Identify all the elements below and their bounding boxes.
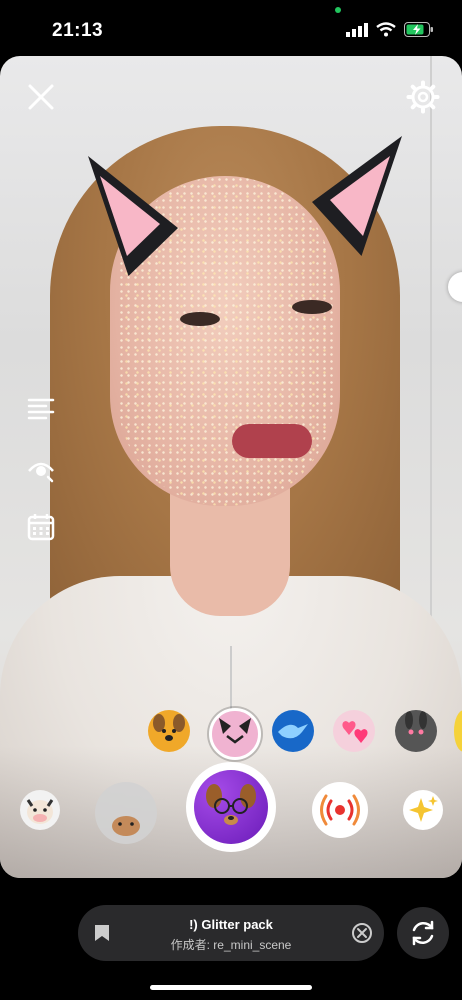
effect-creator: 作成者: re_mini_scene <box>170 938 292 952</box>
cow-icon <box>26 799 54 824</box>
blue-bird-effect[interactable] <box>272 710 314 752</box>
effect-info-pill[interactable]: !) Glitter pack 作成者: re_mini_scene <box>78 905 384 961</box>
dog-face-effect[interactable] <box>148 710 190 752</box>
wifi-icon <box>376 22 396 37</box>
left-eye <box>180 312 220 326</box>
hamster-icon <box>112 816 140 836</box>
battery-charging-icon <box>404 22 433 37</box>
gear-icon[interactable] <box>406 80 440 114</box>
eye-flash-icon[interactable] <box>26 454 56 484</box>
right-eye <box>292 300 332 314</box>
live-effect[interactable] <box>312 782 368 838</box>
dog-face-icon <box>153 714 185 741</box>
status-icons <box>346 22 434 37</box>
flip-camera-button[interactable] <box>397 907 449 959</box>
hearts-effect[interactable] <box>333 710 375 752</box>
cat-face-effect[interactable] <box>209 708 261 760</box>
close-icon[interactable] <box>26 82 56 112</box>
dog-with-glasses-icon <box>206 784 256 825</box>
black-bunny-effect[interactable] <box>395 710 437 752</box>
hamster-effect[interactable] <box>95 782 157 844</box>
remove-effect-icon[interactable] <box>351 922 373 944</box>
calendar-icon[interactable] <box>26 512 56 542</box>
home-indicator[interactable] <box>150 985 312 990</box>
hearts-icon <box>342 721 368 743</box>
bird-icon <box>278 724 308 739</box>
signal-icon <box>346 22 368 37</box>
lips <box>232 424 312 458</box>
effect-title: !) Glitter pack <box>189 917 273 932</box>
sparkle-effect[interactable] <box>403 790 443 830</box>
necklace <box>230 646 248 716</box>
bunny-icon <box>405 711 427 735</box>
flip-camera-icon <box>412 920 434 946</box>
status-bar: 21:13 <box>0 0 462 56</box>
cat-face-icon <box>219 718 251 744</box>
glitter-effect-preview <box>194 770 268 844</box>
capture-button[interactable] <box>186 762 276 852</box>
broadcast-icon <box>320 794 360 826</box>
camera-in-use-dot <box>335 7 341 13</box>
menu-lines-icon[interactable] <box>26 394 56 424</box>
sparkle-icon <box>409 796 438 822</box>
status-time: 21:13 <box>52 20 104 41</box>
cow-effect[interactable] <box>20 790 60 830</box>
